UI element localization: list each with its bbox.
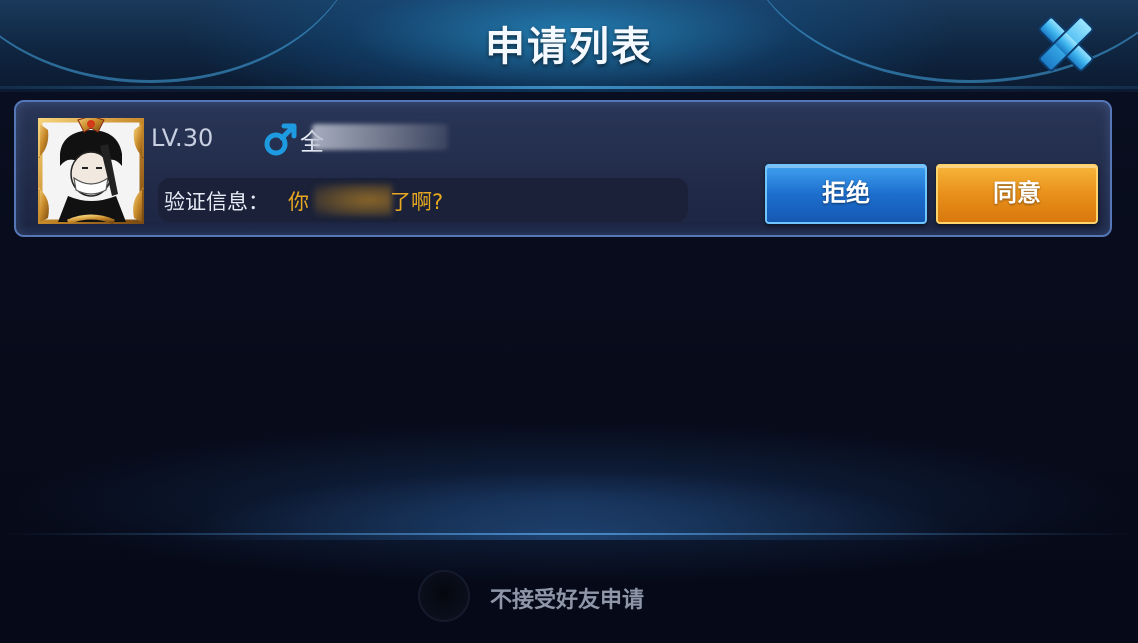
header-bar: 申请列表 [0, 0, 1138, 92]
reject-button[interactable]: 拒绝 [765, 164, 927, 224]
verify-message-end: 了啊? [390, 190, 444, 214]
close-button[interactable] [1030, 8, 1102, 80]
verify-message-start: 你 [288, 190, 309, 214]
accept-button[interactable]: 同意 [936, 164, 1098, 224]
verify-label: 验证信息： [164, 190, 269, 214]
friend-request-screen: 申请列表 LV.30 验证信息： 你 了啊? 拒绝 同意 不接受好友申请 [0, 0, 1138, 643]
avatar-frame [38, 118, 144, 224]
friend-request-card: LV.30 全 验证信息： 你 了啊? 拒绝 同意 [14, 100, 1112, 237]
toggle-label: 不接受好友申请 [490, 588, 645, 613]
player-level: LV.30 [151, 124, 214, 152]
name-redaction-blur [312, 124, 448, 150]
message-redaction-blur [314, 184, 392, 216]
bottom-divider [0, 533, 1138, 535]
page-title: 申请列表 [485, 24, 653, 70]
close-icon [1038, 16, 1094, 72]
male-icon [262, 122, 298, 158]
header-divider [0, 86, 1138, 89]
verify-message-box: 验证信息： 你 了啊? [158, 178, 688, 222]
toggle-checkbox[interactable] [420, 572, 468, 620]
reject-all-requests-toggle[interactable]: 不接受好友申请 [420, 572, 680, 624]
bottom-glow [170, 470, 970, 540]
avatar[interactable] [38, 118, 144, 224]
